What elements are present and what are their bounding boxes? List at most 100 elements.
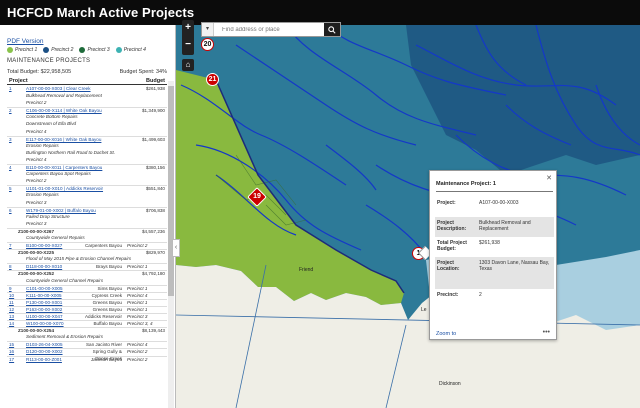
zoom-to-link[interactable]: Zoom to	[436, 331, 456, 337]
table-row[interactable]: 14 W100-00-00-X070 Buffalo Bayou Precinct 3…	[7, 320, 167, 327]
scrollbar-thumb[interactable]	[168, 86, 174, 296]
popup-attributes: Project: A107-00-00-X003 Project Descript…	[435, 197, 554, 311]
table-row[interactable]: 12 P163-00-00-X002 Greens Bayou Precinct 1	[7, 305, 167, 313]
table-row[interactable]: 8 D118-00-00-X010 Brays Bayou Precinct 1	[7, 263, 167, 270]
table-row: Countywide General Repairs	[7, 235, 167, 242]
row-detail: Erosion Repairs	[26, 192, 59, 198]
total-budget: Total Budget: $22,958,505	[7, 69, 72, 75]
table-row: Precinct 4	[7, 129, 167, 136]
legend-swatch	[7, 47, 13, 53]
table-row[interactable]: 15 D103-26-04-X005 San Jacinto River Precin…	[7, 341, 167, 348]
row-detail: Downstream of Ella Blvd	[26, 121, 77, 127]
search-button[interactable]	[324, 23, 340, 36]
table-row[interactable]: 13 U100-00-00-X047 Addicks Reservoir Precin…	[7, 313, 167, 320]
table-row[interactable]: 17 R113-00-00-Z001 Jackson Bayou Precinct 2	[7, 355, 167, 363]
pdf-version-link[interactable]: PDF Version	[7, 38, 44, 45]
row-detail: Concrete Bottom Repairs	[26, 114, 78, 120]
table-row: Precinct 3	[7, 221, 167, 228]
search-input[interactable]	[214, 23, 324, 36]
more-options-button[interactable]: •••	[543, 329, 550, 336]
place-label-dickinson: Dickinson	[439, 381, 461, 387]
section-title: MAINTENANCE PROJECTS	[7, 58, 91, 64]
legend-swatch	[43, 47, 50, 53]
row-detail: Precinct 2	[26, 100, 47, 106]
popup-title: Maintenance Project: 1	[436, 181, 496, 187]
table-row: Concrete Bottom Repairs	[7, 114, 167, 121]
table-row: Precinct 3	[7, 200, 167, 207]
table-row: Erosion Repairs	[7, 143, 167, 150]
project-link[interactable]: A107-00-00-X003 | Clear Creek	[26, 86, 91, 92]
search-icon	[328, 25, 336, 34]
collapse-panel-button[interactable]: ‹	[172, 239, 180, 257]
table-row[interactable]: 10 K111-00-00-X005 Cypress Creek Precinct 4	[7, 291, 167, 299]
row-precinct: Precinct 2	[127, 356, 148, 362]
chevron-down-icon: ▾	[205, 26, 209, 32]
row-detail: Precinct 3	[26, 199, 47, 205]
search-source-dropdown[interactable]: ▾	[202, 23, 214, 36]
project-table: 1 A107-00-00-X003 | Clear Creek $261,938 Bu…	[7, 86, 167, 363]
table-row[interactable]: 1 A107-00-00-X003 | Clear Creek $261,938	[7, 86, 167, 93]
table-row: Z100-00-00-X225 $829,970	[7, 249, 167, 256]
home-button[interactable]: ⌂	[182, 59, 194, 71]
table-row[interactable]: 7 B100-00-00-X027 Carpenters Bayou Precinct…	[7, 242, 167, 249]
zoom-out-button[interactable]: −	[182, 37, 194, 54]
row-detail: Countywide General Repairs	[26, 234, 85, 240]
attr-precinct: Precinct: 2	[437, 292, 482, 298]
row-budget: $261,938	[145, 86, 165, 91]
row-number[interactable]: 17	[9, 357, 14, 363]
table-row: Carpenters Bayou Spot Repairs	[7, 171, 167, 178]
home-icon: ⌂	[185, 60, 191, 69]
column-header-budget: Budget	[146, 78, 165, 84]
table-row: Z100-00-00-X267 $4,557,236	[7, 227, 167, 235]
budget-spent: Budget Spent: 34%	[119, 69, 167, 75]
row-waterway: Jackson Bayou	[90, 356, 122, 362]
row-detail: Sediment Removal & Erosion Repairs	[26, 334, 104, 340]
popup-divider	[436, 191, 553, 192]
row-detail: Precinct 2	[26, 178, 47, 184]
table-row: Flood of May 2015 Pipe & Erosion Channel…	[7, 256, 167, 263]
column-header-project: Project	[9, 78, 28, 84]
table-row: Precinct 2	[7, 100, 167, 107]
attr-budget: Total Project Budget: $261,938	[437, 240, 500, 252]
legend-swatch	[79, 47, 86, 53]
table-row: Sediment Removal & Erosion Repairs	[7, 334, 167, 341]
table-row[interactable]: 6 W179-01-00-X002 | Buffalo Bayou $706,838	[7, 206, 167, 214]
table-row[interactable]: 9 C101-00-00-X005 Sims Bayou Precinct 1	[7, 284, 167, 292]
map-marker-21[interactable]: 21	[206, 73, 219, 86]
zoom-control: + −	[182, 20, 194, 55]
project-link[interactable]: R113-00-00-Z001	[26, 357, 62, 363]
legend-item-precinct-1: Precinct 1	[7, 47, 37, 53]
precinct-2-region	[406, 25, 640, 175]
popup-close-button[interactable]: ✕	[546, 174, 552, 182]
row-detail: Precinct 4	[26, 128, 47, 134]
row-detail: Failed Drop Structure	[26, 213, 70, 219]
table-row[interactable]: 11 P130-00-00-X001 Greens Bayou Precinct 1	[7, 298, 167, 306]
row-detail: Burlington Northern Rail Road to Dachet …	[26, 149, 116, 155]
zoom-in-button[interactable]: +	[182, 20, 194, 37]
table-row[interactable]: 16 D120-00-00-X002 Spring Gully & Goose Cr…	[7, 348, 167, 361]
row-detail: Bulkhead Removal and Replacement	[26, 93, 102, 99]
table-row: Countywide General Channel Repairs	[7, 278, 167, 285]
feature-popup: Maintenance Project: 1 ✕ Project: A107-00…	[429, 170, 557, 340]
row-detail: Erosion Repairs	[26, 142, 59, 148]
search-bar: ▾	[201, 22, 341, 37]
table-row[interactable]: 4 B110-00-00-X011 | Carpenters Bayou $380,…	[7, 164, 167, 171]
table-header: Project Budget	[7, 77, 167, 85]
table-row: Erosion Repairs	[7, 192, 167, 199]
row-detail: Countywide General Channel Repairs	[26, 277, 104, 283]
table-row: Z100-00-00-X252 $4,792,180	[7, 270, 167, 277]
chevron-left-icon: ‹	[174, 244, 178, 251]
precinct-legend: Precinct 1 Precinct 2 Precinct 3 Precinc…	[7, 47, 146, 53]
table-row[interactable]: 2 C106-00-00-X114 | White Oak Bayou $1,349…	[7, 107, 167, 114]
map-marker-20[interactable]: 20	[201, 38, 214, 51]
row-detail: Precinct 3	[26, 220, 47, 226]
legend-item-precinct-3: Precinct 3	[79, 47, 110, 53]
map-view[interactable]: 20 21 19 1 Friend Le Dickinson	[176, 25, 640, 408]
table-row[interactable]: 3 E117-00-00-X016 | White Oak Bayou $1,499…	[7, 135, 167, 143]
table-row: Failed Drop Structure	[7, 214, 167, 221]
table-row: Downstream of Ella Blvd	[7, 121, 167, 128]
table-row: Bulkhead Removal and Replacement	[7, 93, 167, 100]
row-number[interactable]: 1	[9, 86, 12, 92]
row-detail: Flood of May 2015 Pipe & Erosion Channel…	[26, 256, 132, 262]
table-row[interactable]: 5 U101-01-00-X010 | Addicks Reservoir $551…	[7, 185, 167, 192]
